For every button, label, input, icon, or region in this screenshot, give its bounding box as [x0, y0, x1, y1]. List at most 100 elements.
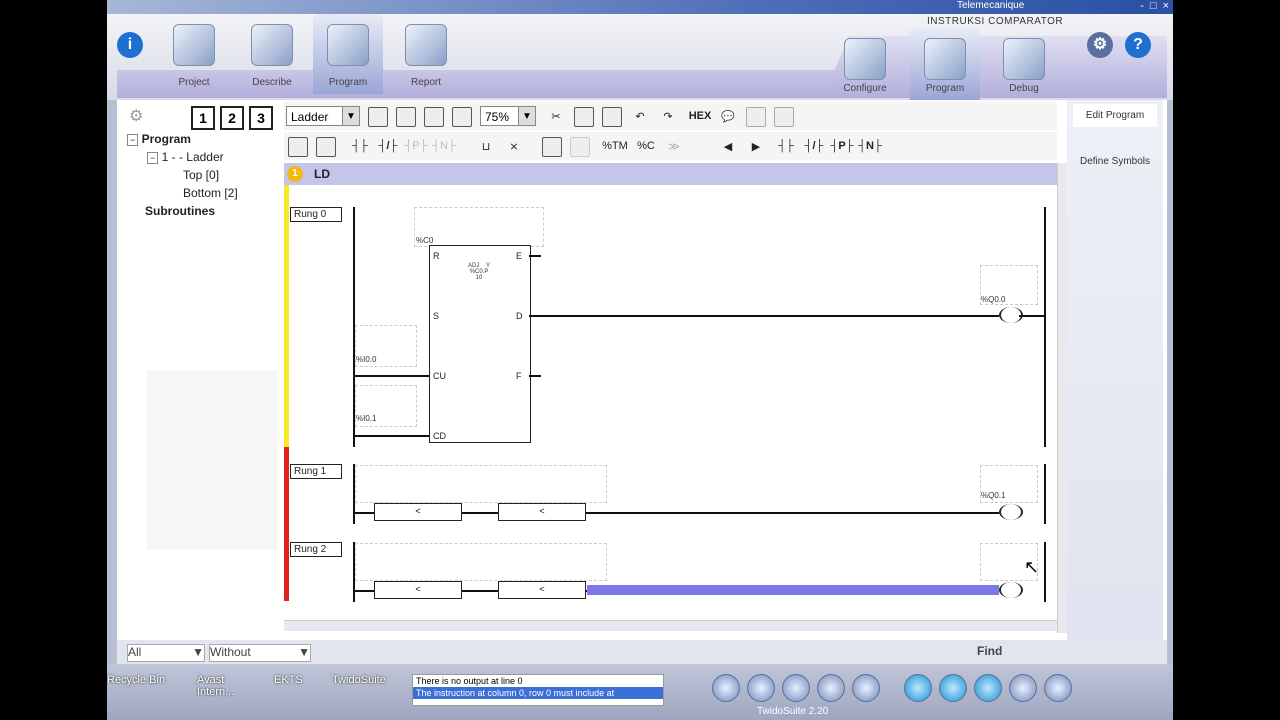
- hex-button[interactable]: HEX: [686, 106, 714, 126]
- contact-p-icon[interactable]: ┤P├: [830, 136, 854, 156]
- horizontal-scrollbar[interactable]: [284, 620, 1057, 631]
- maximize-button[interactable]: □: [1150, 0, 1157, 12]
- coil-q0-0[interactable]: [999, 307, 1023, 323]
- link-icon[interactable]: [452, 107, 472, 127]
- tree-subroutines[interactable]: Subroutines: [145, 204, 215, 218]
- transfer-icon[interactable]: [817, 674, 845, 702]
- tree-top[interactable]: Top [0]: [183, 168, 219, 182]
- tree-section-ladder[interactable]: − 1 - - Ladder: [147, 150, 224, 164]
- coil-q0-1[interactable]: [999, 504, 1023, 520]
- find-button[interactable]: Find: [977, 644, 1002, 660]
- forward-icon[interactable]: [747, 674, 775, 702]
- undo-icon[interactable]: ↶: [630, 106, 650, 126]
- tree-tool-icon[interactable]: ⚙: [129, 106, 147, 125]
- globe-icon[interactable]: ⚙: [1087, 32, 1113, 58]
- gear-icon[interactable]: [939, 674, 967, 702]
- section-number-badge: 1: [287, 166, 303, 182]
- comparator-1b[interactable]: <: [498, 503, 586, 521]
- nav-debug[interactable]: Debug: [989, 28, 1059, 100]
- twidosuite-icon[interactable]: TwidoSuite: [332, 674, 386, 686]
- neg-edge-icon[interactable]: ┤N├: [432, 136, 456, 156]
- report-icon: [405, 24, 447, 66]
- block-icon[interactable]: [424, 107, 444, 127]
- view-3-button[interactable]: 3: [249, 106, 273, 130]
- edit-program-button[interactable]: Edit Program: [1073, 104, 1157, 127]
- settings-icon[interactable]: [1044, 674, 1072, 702]
- nav-program-right[interactable]: Program: [910, 28, 980, 100]
- copy-icon[interactable]: [574, 107, 594, 127]
- pos-edge-icon[interactable]: ┤P├: [404, 136, 428, 156]
- cut-icon[interactable]: ✂: [546, 106, 566, 126]
- back-icon[interactable]: [712, 674, 740, 702]
- plc-icon[interactable]: [974, 674, 1002, 702]
- redo-icon[interactable]: ↷: [658, 106, 678, 126]
- close-button[interactable]: ×: [1163, 0, 1169, 12]
- rung-icon[interactable]: [368, 107, 388, 127]
- pin-d: D: [516, 311, 523, 321]
- rung-2-label-area: [355, 543, 607, 581]
- ladder-toolbar-2: ┤├ ┤/├ ┤P├ ┤N├ ⊔ ⨯ %TM %C ≫ ◀ ▶ ┤├ ┤/├ ┤…: [284, 132, 1057, 160]
- contact-no2-icon[interactable]: ┤├: [774, 136, 798, 156]
- contact-n-icon[interactable]: ┤N├: [858, 136, 882, 156]
- comment-icon[interactable]: 💬: [718, 106, 738, 126]
- nav-program[interactable]: Program: [313, 14, 383, 94]
- rung-2-selection[interactable]: [587, 585, 999, 595]
- view-1-button[interactable]: 1: [191, 106, 215, 130]
- minimize-button[interactable]: -: [1140, 0, 1144, 12]
- tree-program[interactable]: − Program: [127, 132, 191, 146]
- nav-report[interactable]: Report: [391, 14, 461, 94]
- rung-1-label[interactable]: Rung 1: [290, 464, 342, 479]
- save-icon[interactable]: [782, 674, 810, 702]
- nav-describe[interactable]: Describe: [237, 14, 307, 94]
- ekts-icon[interactable]: EKTS: [274, 674, 303, 686]
- recycle-bin-icon[interactable]: Recycle Bin: [107, 674, 165, 686]
- erase-icon[interactable]: ⨯: [502, 136, 526, 156]
- zoom-select[interactable]: 75% ▼: [480, 106, 536, 126]
- contact-disabled-icon[interactable]: [746, 107, 766, 127]
- insert-rung-icon[interactable]: [288, 137, 308, 157]
- nav-project[interactable]: Project: [159, 14, 229, 94]
- header: INSTRUKSI COMPARATOR i ⚙ ? Project Descr…: [107, 14, 1173, 100]
- network-icon[interactable]: [1009, 674, 1037, 702]
- rung-edit-icon[interactable]: [396, 107, 416, 127]
- define-symbols-button[interactable]: Define Symbols: [1073, 156, 1157, 167]
- operate-icon[interactable]: [570, 137, 590, 157]
- comparator-1a[interactable]: <: [374, 503, 462, 521]
- no-contact-icon[interactable]: ┤├: [348, 136, 372, 156]
- ladder-editor[interactable]: Rung 0 %C0 ADJ Y %C0.P 10 R S CU CD E D …: [284, 185, 1057, 615]
- view-2-button[interactable]: 2: [220, 106, 244, 130]
- scroll-left-icon[interactable]: ◀: [718, 136, 738, 156]
- contact-abc-icon[interactable]: [774, 107, 794, 127]
- project-icon: [173, 24, 215, 66]
- coil-icon[interactable]: ⊔: [474, 136, 498, 156]
- scroll-right-icon[interactable]: ▶: [746, 136, 766, 156]
- tree-bottom[interactable]: Bottom [2]: [183, 186, 238, 200]
- section-header[interactable]: 1 LD: [284, 163, 1057, 185]
- mode-select[interactable]: Ladder ▼: [286, 106, 360, 126]
- coil-2[interactable]: [999, 582, 1023, 598]
- filter-all-select[interactable]: All ▼: [127, 644, 205, 662]
- counter-button[interactable]: %C: [634, 136, 658, 156]
- connect-icon[interactable]: [904, 674, 932, 702]
- sync-icon[interactable]: [852, 674, 880, 702]
- insert-rung-after-icon[interactable]: [316, 137, 336, 157]
- info-icon[interactable]: i: [117, 32, 143, 58]
- avast-icon[interactable]: Avast Intern...: [197, 674, 237, 698]
- nav-configure[interactable]: Configure: [830, 28, 900, 100]
- nc-contact-icon[interactable]: ┤/├: [376, 136, 400, 156]
- paste-icon[interactable]: [602, 107, 622, 127]
- timer-button[interactable]: %TM: [600, 136, 630, 156]
- help-icon[interactable]: ?: [1125, 32, 1151, 58]
- more-arrow-icon[interactable]: ≫: [662, 136, 686, 156]
- comparator-2b[interactable]: <: [498, 581, 586, 599]
- pin-r: R: [433, 251, 440, 261]
- comparator-2a[interactable]: <: [374, 581, 462, 599]
- rung-2-label[interactable]: Rung 2: [290, 542, 342, 557]
- message-line-2[interactable]: The instruction at column 0, row 0 must …: [413, 687, 663, 699]
- function-block-icon[interactable]: [542, 137, 562, 157]
- block-label-area: [414, 207, 544, 247]
- rung-1-label-area: [355, 465, 607, 503]
- filter-without-select[interactable]: Without ▼: [209, 644, 311, 662]
- rung-0-label[interactable]: Rung 0: [290, 207, 342, 222]
- contact-nc2-icon[interactable]: ┤/├: [802, 136, 826, 156]
